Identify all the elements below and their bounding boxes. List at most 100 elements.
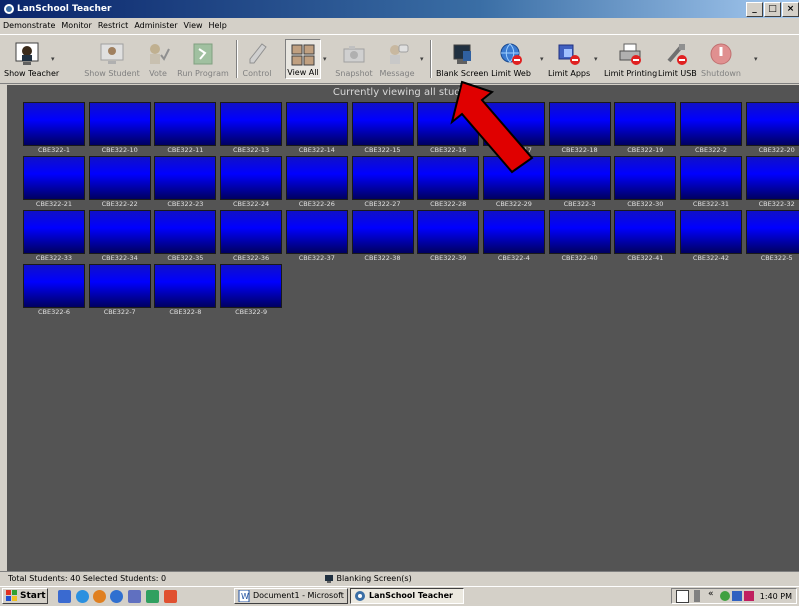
blank-screen-button[interactable]: Blank Screen xyxy=(436,39,488,79)
student-screen-thumbnail[interactable] xyxy=(88,264,151,308)
menu-monitor[interactable]: Monitor xyxy=(58,18,94,33)
student-tile[interactable]: CBE322-28 xyxy=(417,156,480,210)
student-tile[interactable]: CBE322-23 xyxy=(154,156,217,210)
student-screen-thumbnail[interactable] xyxy=(614,156,677,200)
view-all-button[interactable]: View All xyxy=(285,39,321,79)
maximize-button[interactable]: □ xyxy=(764,2,781,17)
student-tile[interactable]: CBE322-39 xyxy=(417,210,480,264)
student-tile[interactable]: CBE322-5 xyxy=(745,210,799,264)
student-screen-thumbnail[interactable] xyxy=(220,156,283,200)
student-tile[interactable]: CBE322-21 xyxy=(23,156,85,210)
student-screen-thumbnail[interactable] xyxy=(154,264,217,308)
message-button[interactable]: Message xyxy=(377,39,417,79)
shutdown-button[interactable]: Shutdown xyxy=(700,39,742,79)
student-tile[interactable]: CBE322-37 xyxy=(285,210,348,264)
student-tile[interactable]: CBE322-24 xyxy=(220,156,283,210)
student-screen-thumbnail[interactable] xyxy=(88,156,151,200)
quicklaunch-excel-icon[interactable] xyxy=(146,590,159,603)
student-screen-thumbnail[interactable] xyxy=(220,264,283,308)
student-tile[interactable]: CBE322-29 xyxy=(482,156,545,210)
student-screen-thumbnail[interactable] xyxy=(482,210,545,254)
student-screen-thumbnail[interactable] xyxy=(220,210,283,254)
student-screen-thumbnail[interactable] xyxy=(548,210,611,254)
student-tile[interactable]: CBE322-18 xyxy=(548,102,611,156)
quicklaunch-word-icon[interactable] xyxy=(128,590,141,603)
student-tile[interactable]: CBE322-2 xyxy=(680,102,742,156)
limit-usb-button[interactable]: Limit USB xyxy=(658,39,697,79)
quicklaunch-ie-icon[interactable] xyxy=(76,590,89,603)
student-screen-thumbnail[interactable] xyxy=(220,102,283,146)
student-tile[interactable]: CBE322-10 xyxy=(88,102,151,156)
student-tile[interactable]: CBE322-9 xyxy=(220,264,283,318)
student-tile[interactable]: CBE322-42 xyxy=(680,210,742,264)
help-tray-icon[interactable] xyxy=(676,590,689,603)
student-tile[interactable]: CBE322-1 xyxy=(23,102,85,156)
quicklaunch-media-icon[interactable] xyxy=(110,590,123,603)
menu-restrict[interactable]: Restrict xyxy=(95,18,131,33)
student-tile[interactable]: CBE322-30 xyxy=(614,156,677,210)
student-tile[interactable]: CBE322-16 xyxy=(417,102,480,156)
student-tile[interactable]: CBE322-6 xyxy=(23,264,85,318)
student-tile[interactable]: CBE322-14 xyxy=(285,102,348,156)
student-screen-thumbnail[interactable] xyxy=(417,210,480,254)
student-screen-thumbnail[interactable] xyxy=(680,210,742,254)
student-screen-thumbnail[interactable] xyxy=(351,102,414,146)
quicklaunch-firefox-icon[interactable] xyxy=(93,590,106,603)
student-tile[interactable]: CBE322-11 xyxy=(154,102,217,156)
network-tray-icon[interactable] xyxy=(694,590,700,602)
student-tile[interactable]: CBE322-19 xyxy=(614,102,677,156)
student-screen-thumbnail[interactable] xyxy=(417,102,480,146)
control-button[interactable]: Control xyxy=(242,39,272,79)
student-screen-thumbnail[interactable] xyxy=(482,102,545,146)
student-screen-thumbnail[interactable] xyxy=(88,102,151,146)
menu-demonstrate[interactable]: Demonstrate xyxy=(0,18,58,33)
view-all-dropdown-icon[interactable]: ▾ xyxy=(323,55,327,63)
tray-security-icon[interactable] xyxy=(744,591,754,601)
student-screen-thumbnail[interactable] xyxy=(745,210,799,254)
minimize-button[interactable]: _ xyxy=(746,2,763,17)
student-screen-thumbnail[interactable] xyxy=(154,210,217,254)
student-screen-thumbnail[interactable] xyxy=(680,156,742,200)
student-screen-thumbnail[interactable] xyxy=(351,156,414,200)
student-screen-thumbnail[interactable] xyxy=(285,156,348,200)
student-tile[interactable]: CBE322-35 xyxy=(154,210,217,264)
student-tile[interactable]: CBE322-41 xyxy=(614,210,677,264)
student-screen-thumbnail[interactable] xyxy=(154,102,217,146)
student-tile[interactable]: CBE322-4 xyxy=(482,210,545,264)
student-screen-thumbnail[interactable] xyxy=(548,102,611,146)
student-tile[interactable]: CBE322-34 xyxy=(88,210,151,264)
shutdown-dropdown-icon[interactable]: ▾ xyxy=(754,55,758,63)
limit-apps-button[interactable]: Limit Apps xyxy=(548,39,590,79)
student-tile[interactable]: CBE322-8 xyxy=(154,264,217,318)
menu-administer[interactable]: Administer xyxy=(131,18,180,33)
message-dropdown-icon[interactable]: ▾ xyxy=(420,55,424,63)
student-tile[interactable]: CBE322-13 xyxy=(220,102,283,156)
student-tile[interactable]: CBE322-7 xyxy=(88,264,151,318)
student-screen-thumbnail[interactable] xyxy=(548,156,611,200)
limit-apps-dropdown-icon[interactable]: ▾ xyxy=(594,55,598,63)
expand-tray-icon[interactable]: « xyxy=(708,589,714,599)
tray-app-icon[interactable] xyxy=(720,591,730,601)
quicklaunch-desktop-icon[interactable] xyxy=(58,590,71,603)
menu-view[interactable]: View xyxy=(181,18,206,33)
student-tile[interactable]: CBE322-17 xyxy=(482,102,545,156)
student-tile[interactable]: CBE322-15 xyxy=(351,102,414,156)
taskbar-lanschool-button[interactable]: LanSchool Teacher xyxy=(350,588,464,604)
student-tile[interactable]: CBE322-40 xyxy=(548,210,611,264)
student-tile[interactable]: CBE322-22 xyxy=(88,156,151,210)
show-student-button[interactable]: Show Student xyxy=(84,39,140,79)
student-screen-thumbnail[interactable] xyxy=(154,156,217,200)
student-screen-thumbnail[interactable] xyxy=(745,156,799,200)
student-screen-thumbnail[interactable] xyxy=(351,210,414,254)
student-screen-thumbnail[interactable] xyxy=(745,102,799,146)
student-screen-thumbnail[interactable] xyxy=(285,210,348,254)
start-button[interactable]: Start xyxy=(2,588,48,604)
show-teacher-dropdown-icon[interactable]: ▾ xyxy=(51,55,55,63)
student-screen-thumbnail[interactable] xyxy=(23,102,85,146)
student-tile[interactable]: CBE322-26 xyxy=(285,156,348,210)
run-program-button[interactable]: Run Program xyxy=(177,39,229,79)
tray-lanschool-icon[interactable] xyxy=(732,591,742,601)
student-tile[interactable]: CBE322-33 xyxy=(23,210,85,264)
snapshot-button[interactable]: Snapshot xyxy=(333,39,375,79)
menu-help[interactable]: Help xyxy=(206,18,230,33)
